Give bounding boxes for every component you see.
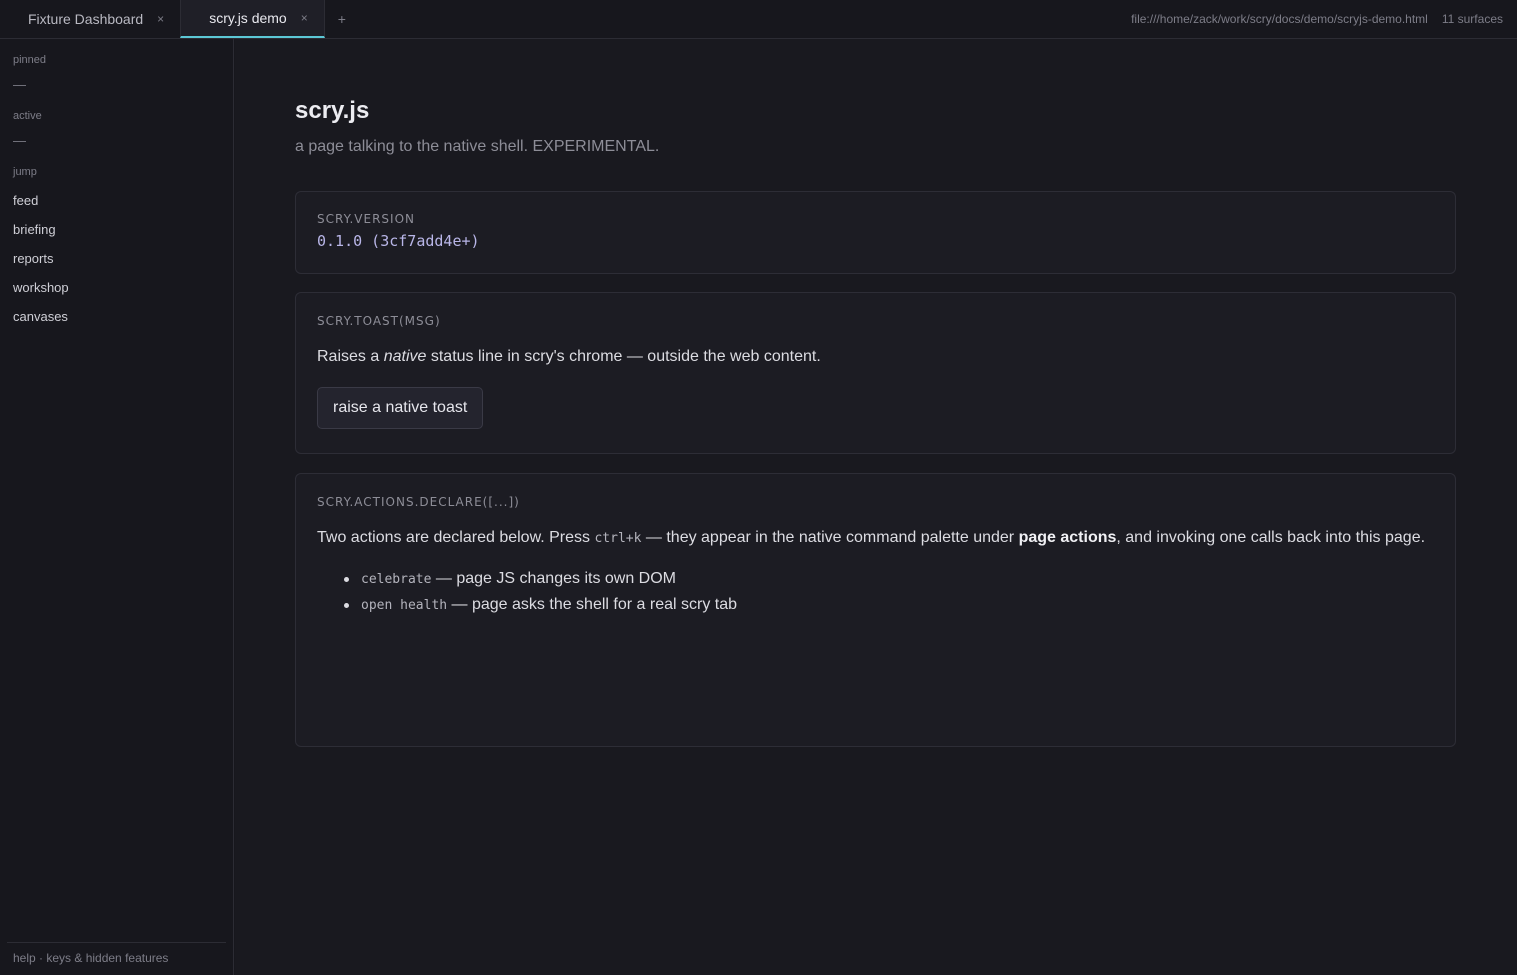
help-link[interactable]: help · keys & hidden features — [7, 942, 226, 975]
action-code: open health — [361, 598, 448, 613]
surfaces-count: 11 surfaces — [1441, 12, 1503, 26]
sidebar: pinned — active — jump feed briefing rep… — [0, 39, 234, 975]
toast-description: Raises a native status line in scry's ch… — [317, 344, 1434, 370]
tab-bar: Fixture Dashboard × scry.js demo × + fil… — [0, 0, 1517, 39]
pinned-empty: — — [13, 77, 26, 92]
page-subtitle: a page talking to the native shell. EXPE… — [295, 138, 660, 155]
tab-fixture-dashboard[interactable]: Fixture Dashboard × — [0, 0, 180, 38]
tab-label: scry.js demo — [209, 10, 287, 26]
actions-description: Two actions are declared below. Press ct… — [317, 525, 1434, 552]
tab-label: Fixture Dashboard — [28, 11, 144, 27]
list-item: celebrate — page JS changes its own DOM — [317, 566, 1434, 592]
tab-scryjs-demo[interactable]: scry.js demo × — [180, 0, 325, 38]
action-desc: — page asks the shell for a real scry ta… — [447, 596, 738, 613]
emphasis: native — [383, 348, 427, 365]
sidebar-item-workshop[interactable]: workshop — [0, 273, 233, 302]
text-span: , and invoking one calls back into this … — [1116, 529, 1426, 546]
action-desc: — page JS changes its own DOM — [431, 570, 677, 587]
main-content: scry.js a page talking to the native she… — [235, 39, 1517, 975]
actions-card: SCRY.ACTIONS.DECLARE([...]) Two actions … — [295, 473, 1456, 747]
bold-text: page actions — [1018, 529, 1117, 546]
sidebar-item-briefing[interactable]: briefing — [0, 215, 233, 244]
card-label: SCRY.ACTIONS.DECLARE([...]) — [317, 495, 520, 509]
card-label: SCRY.TOAST(MSG) — [317, 314, 441, 328]
sidebar-item-reports[interactable]: reports — [0, 244, 233, 273]
version-value: 0.1.0 (3cf7add4e+) — [317, 232, 480, 250]
file-path: file:///home/zack/work/scry/docs/demo/sc… — [1131, 12, 1428, 26]
shortcut-code: ctrl+k — [594, 531, 642, 546]
raise-toast-button[interactable]: raise a native toast — [317, 387, 484, 429]
text-span: Raises a — [317, 348, 384, 365]
close-icon[interactable]: × — [301, 11, 308, 25]
section-label-pinned: pinned — [13, 54, 47, 66]
jump-list: feed briefing reports workshop canvases — [0, 186, 233, 331]
actions-list: celebrate — page JS changes its own DOM … — [317, 566, 1434, 618]
card-label: SCRY.VERSION — [317, 212, 415, 226]
section-label-jump: jump — [13, 166, 37, 178]
action-code: celebrate — [361, 572, 432, 587]
version-card: SCRY.VERSION 0.1.0 (3cf7add4e+) — [295, 191, 1456, 274]
list-item: open health — page asks the shell for a … — [317, 592, 1434, 618]
new-tab-button[interactable]: + — [325, 0, 359, 38]
text-span: status line in scry's chrome — outside t… — [426, 348, 821, 365]
toast-card: SCRY.TOAST(MSG) Raises a native status l… — [295, 292, 1456, 454]
close-icon[interactable]: × — [157, 12, 164, 26]
page-title: scry.js — [295, 97, 370, 124]
sidebar-item-canvases[interactable]: canvases — [0, 302, 233, 331]
text-span: Two actions are declared below. Press — [317, 529, 595, 546]
text-span: — they appear in the native command pale… — [641, 529, 1019, 546]
active-empty: — — [13, 133, 26, 148]
topbar-info: file:///home/zack/work/scry/docs/demo/sc… — [1131, 0, 1517, 38]
sidebar-item-feed[interactable]: feed — [0, 186, 233, 215]
section-label-active: active — [13, 110, 42, 122]
